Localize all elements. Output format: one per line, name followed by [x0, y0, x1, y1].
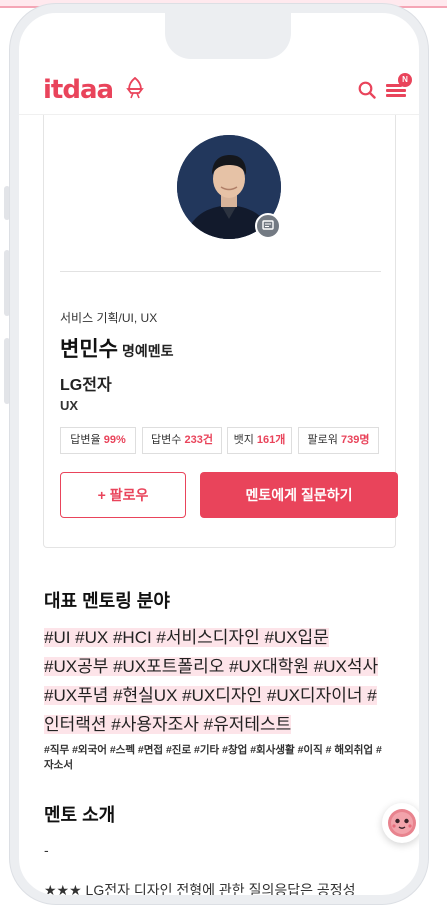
search-icon[interactable]	[358, 81, 376, 99]
screen: itdaa N 서비스 기획/UI, UX 변민수 명예멘토 LG전자 UX 답…	[19, 13, 419, 895]
tag-line: 인터랙션 #사용자조사 #유저테스트	[44, 715, 292, 734]
message-icon[interactable]	[255, 213, 281, 239]
mentor-field: 서비스 기획/UI, UX	[60, 311, 158, 325]
phone-notch	[165, 13, 291, 59]
chatbot-icon	[388, 809, 416, 837]
tag-line: #UX공부 #UX포트폴리오 #UX대학원 #UX석사	[44, 657, 379, 676]
mentor-intro-title: 멘토 소개	[44, 805, 116, 825]
app-header: itdaa N	[19, 69, 419, 115]
mentor-job: UX	[60, 398, 79, 413]
mentor-name-row: 변민수 명예멘토	[60, 333, 174, 363]
stat-followers: 팔로워 739명	[298, 427, 379, 454]
intro-text: ★★★ LG전자 디자인 전형에 관한 질의응답은 공정성	[44, 882, 356, 895]
logo-mark-icon	[126, 77, 144, 99]
tag-line: #UX푸념 #현실UX #UX디자인 #UX디자이너 #	[44, 686, 377, 705]
notification-badge: N	[398, 73, 412, 87]
follow-button[interactable]: + 팔로우	[60, 472, 186, 518]
category-tags: #직무 #외국어 #스펙 #면접 #진로 #기타 #창업 #회사생활 #이직 #…	[44, 744, 382, 771]
intro-dash: -	[44, 842, 49, 858]
mentor-profile-card: 서비스 기획/UI, UX 변민수 명예멘토 LG전자 UX 답변율 99% 답변…	[43, 115, 398, 548]
phone-frame: itdaa N 서비스 기획/UI, UX 변민수 명예멘토 LG전자 UX 답…	[10, 4, 428, 904]
mentor-company: LG전자	[60, 377, 112, 394]
chatbot-button[interactable]	[382, 803, 419, 843]
stat-answer-count: 답변수 233건	[142, 427, 222, 454]
divider	[60, 271, 381, 272]
mentor-type: 명예멘토	[121, 343, 174, 359]
itdaa-logo[interactable]: itdaa	[43, 75, 114, 105]
stat-answer-rate: 답변율 99%	[60, 427, 136, 454]
mentor-name: 변민수	[60, 338, 118, 361]
tag-line: #UI #UX #HCI #서비스디자인 #UX입문	[44, 628, 329, 647]
ask-mentor-button[interactable]: 멘토에게 질문하기	[200, 472, 398, 518]
stat-badges: 뱃지 161개	[227, 427, 292, 454]
mentoring-section-title: 대표 멘토링 분야	[44, 591, 170, 611]
mentoring-tags: #UI #UX #HCI #서비스디자인 #UX입문 #UX공부 #UX포트폴리…	[44, 623, 406, 739]
